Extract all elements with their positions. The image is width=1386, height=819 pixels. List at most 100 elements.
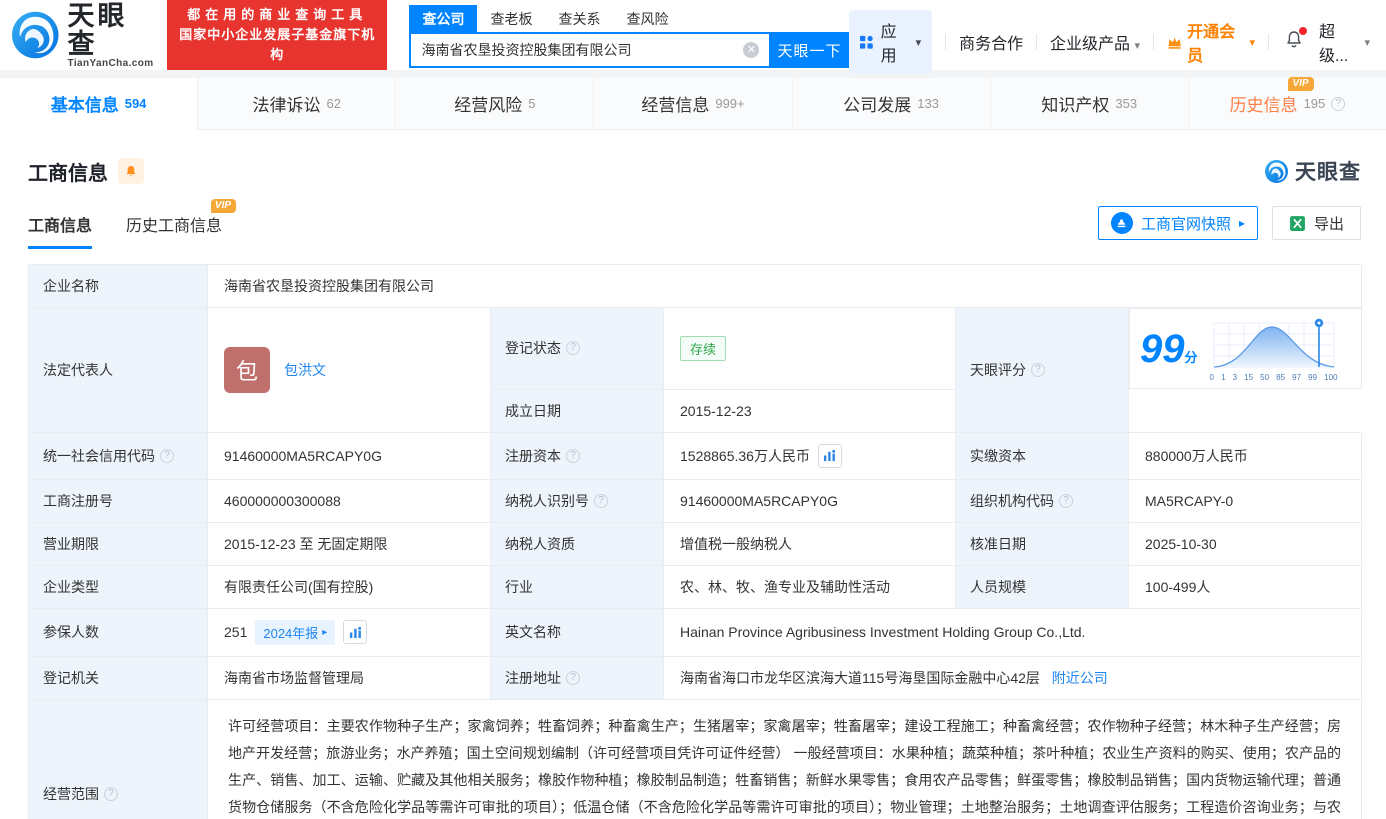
logo-swirl-icon bbox=[10, 9, 61, 61]
help-icon[interactable]: ? bbox=[160, 449, 174, 463]
vip-badge: VIP bbox=[211, 199, 236, 213]
nav-cooperation[interactable]: 商务合作 bbox=[959, 30, 1023, 54]
nav-vip-label: 开通会员 bbox=[1187, 18, 1244, 66]
nearby-companies-link[interactable]: 附近公司 bbox=[1052, 670, 1108, 686]
arrow-right-icon: ▸ bbox=[322, 627, 327, 638]
tianyancha-logo[interactable]: 天眼查 TianYanCha.com bbox=[10, 2, 155, 69]
promo-banner[interactable]: 都在用的商业查询工具 国家中小企业发展子基金旗下机构 bbox=[167, 0, 387, 70]
caret-down-icon: ▾ bbox=[916, 36, 922, 49]
subtab-business-info[interactable]: 工商信息 bbox=[28, 212, 92, 249]
tab-count: 195 bbox=[1304, 96, 1326, 111]
monitor-bell-button[interactable] bbox=[118, 158, 144, 184]
bar-chart-icon bbox=[349, 626, 362, 639]
banner-line2: 国家中小企业发展子基金旗下机构 bbox=[176, 25, 378, 65]
search-tab-boss[interactable]: 查老板 bbox=[477, 5, 545, 33]
tab-label: 基本信息 bbox=[51, 91, 119, 116]
reg-capital-value: 1528865.36万人民币 bbox=[680, 446, 810, 466]
subtab-history-business-info[interactable]: 历史工商信息 VIP bbox=[126, 212, 222, 249]
approval-date-label: 核准日期 bbox=[956, 522, 1129, 565]
search-tab-company[interactable]: 查公司 bbox=[409, 5, 477, 33]
tab-label: 经营信息 bbox=[641, 91, 709, 116]
status-badge: 存续 bbox=[680, 336, 726, 361]
tab-legal-litigation[interactable]: 法律诉讼 62 bbox=[198, 78, 396, 129]
search-button[interactable]: 天眼一下 bbox=[769, 32, 849, 68]
help-icon[interactable]: ? bbox=[566, 341, 580, 355]
table-row: 法定代表人 包 包洪文 登记状态? 存续 天眼评分? 99分 bbox=[29, 308, 1362, 390]
search-tab-risk[interactable]: 查风险 bbox=[613, 5, 681, 33]
tab-basic-info[interactable]: 基本信息 594 bbox=[0, 78, 198, 130]
label-text: 纳税人识别号 bbox=[505, 491, 589, 511]
table-row: 登记机关 海南省市场监督管理局 注册地址? 海南省海口市龙华区滨海大道115号海… bbox=[29, 656, 1362, 699]
tab-company-development[interactable]: 公司发展 133 bbox=[793, 78, 991, 129]
english-name-label: 英文名称 bbox=[491, 608, 664, 656]
nav-enterprise[interactable]: 企业级产品 ▾ bbox=[1050, 30, 1140, 54]
divider bbox=[945, 34, 946, 50]
notification-bell[interactable] bbox=[1284, 29, 1304, 55]
tab-label: 公司发展 bbox=[843, 91, 911, 116]
stamp-icon bbox=[1111, 212, 1133, 234]
tab-intellectual-property[interactable]: 知识产权 353 bbox=[991, 78, 1189, 129]
help-icon[interactable]: ? bbox=[566, 449, 580, 463]
tab-history-info[interactable]: 历史信息 VIP 195 ? bbox=[1189, 78, 1386, 129]
export-label: 导出 bbox=[1314, 213, 1344, 234]
section-bell-icon bbox=[124, 164, 138, 179]
annual-report-pill[interactable]: 2024年报 ▸ bbox=[255, 620, 335, 645]
help-icon[interactable]: ? bbox=[566, 671, 580, 685]
score-cell: 99分 bbox=[1129, 308, 1362, 389]
apps-menu[interactable]: 应用 ▾ bbox=[849, 10, 932, 74]
nav-super-label: 超级... bbox=[1319, 18, 1359, 66]
tab-count: 999+ bbox=[715, 96, 744, 111]
reg-address-value: 海南省海口市龙华区滨海大道115号海垦国际金融中心42层 bbox=[680, 670, 1040, 686]
insured-cell: 251 2024年报 ▸ bbox=[208, 608, 491, 656]
logo-domain: TianYanCha.com bbox=[68, 58, 155, 69]
label-text: 天眼评分 bbox=[970, 360, 1026, 380]
search-input[interactable] bbox=[421, 42, 743, 58]
insured-chart-button[interactable] bbox=[343, 620, 367, 644]
nav-super-vip[interactable]: 超级... ▾ bbox=[1319, 18, 1370, 66]
industry-label: 行业 bbox=[491, 565, 664, 608]
score-tick: 100 bbox=[1324, 373, 1337, 382]
clear-icon[interactable]: ✕ bbox=[743, 42, 759, 58]
label-text: 注册资本 bbox=[505, 446, 561, 466]
help-icon[interactable]: ? bbox=[1331, 97, 1345, 111]
help-icon[interactable]: ? bbox=[594, 494, 608, 508]
company-name-value: 海南省农垦投资控股集团有限公司 bbox=[208, 265, 1362, 308]
help-icon[interactable]: ? bbox=[1059, 494, 1073, 508]
nav-enterprise-label: 企业级产品 bbox=[1050, 36, 1130, 53]
score-tick: 1 bbox=[1221, 373, 1225, 382]
score-tick: 50 bbox=[1260, 373, 1269, 382]
nav-vip-upgrade[interactable]: 开通会员 ▾ bbox=[1167, 18, 1255, 66]
score-tick: 85 bbox=[1276, 373, 1285, 382]
apps-grid-icon bbox=[860, 35, 873, 50]
help-icon[interactable]: ? bbox=[104, 787, 118, 801]
english-name-value: Hainan Province Agribusiness Investment … bbox=[664, 608, 1362, 656]
reg-status-label: 登记状态? bbox=[491, 308, 664, 390]
caret-down-icon: ▾ bbox=[1250, 36, 1256, 49]
official-snapshot-button[interactable]: 工商官网快照 ▸ bbox=[1098, 206, 1258, 240]
reg-status-value: 存续 bbox=[664, 308, 956, 390]
arrow-right-icon: ▸ bbox=[1239, 216, 1245, 230]
credit-code-value: 91460000MA5RCAPY0G bbox=[208, 432, 491, 479]
capital-chart-button[interactable] bbox=[818, 444, 842, 468]
label-text: 登记状态 bbox=[505, 338, 561, 358]
legal-rep-avatar[interactable]: 包 bbox=[224, 347, 270, 393]
reg-number-value: 460000000300088 bbox=[208, 479, 491, 522]
tab-count: 133 bbox=[917, 96, 939, 111]
bar-chart-icon bbox=[823, 449, 836, 462]
insured-label: 参保人数 bbox=[29, 608, 208, 656]
export-button[interactable]: 导出 bbox=[1272, 206, 1361, 240]
industry-value: 农、林、牧、渔专业及辅助性活动 bbox=[664, 565, 956, 608]
snapshot-label: 工商官网快照 bbox=[1141, 213, 1231, 234]
table-row: 工商注册号 460000000300088 纳税人识别号? 91460000MA… bbox=[29, 479, 1362, 522]
tab-operation-risk[interactable]: 经营风险 5 bbox=[396, 78, 594, 129]
search-tab-relation[interactable]: 查关系 bbox=[545, 5, 613, 33]
paid-capital-value: 880000万人民币 bbox=[1129, 432, 1362, 479]
help-icon[interactable]: ? bbox=[1031, 363, 1045, 377]
taxpayer-id-label: 纳税人识别号? bbox=[491, 479, 664, 522]
tab-business-info[interactable]: 经营信息 999+ bbox=[594, 78, 792, 129]
top-bar: 天眼查 TianYanCha.com 都在用的商业查询工具 国家中小企业发展子基… bbox=[0, 0, 1386, 70]
subtab-row: 工商信息 历史工商信息 VIP 工商官网快照 ▸ 导出 bbox=[0, 186, 1386, 249]
legal-rep-link[interactable]: 包洪文 bbox=[284, 360, 326, 380]
score-label: 天眼评分? bbox=[956, 308, 1129, 433]
score-distribution-chart: 0131550859799100 bbox=[1210, 315, 1338, 382]
